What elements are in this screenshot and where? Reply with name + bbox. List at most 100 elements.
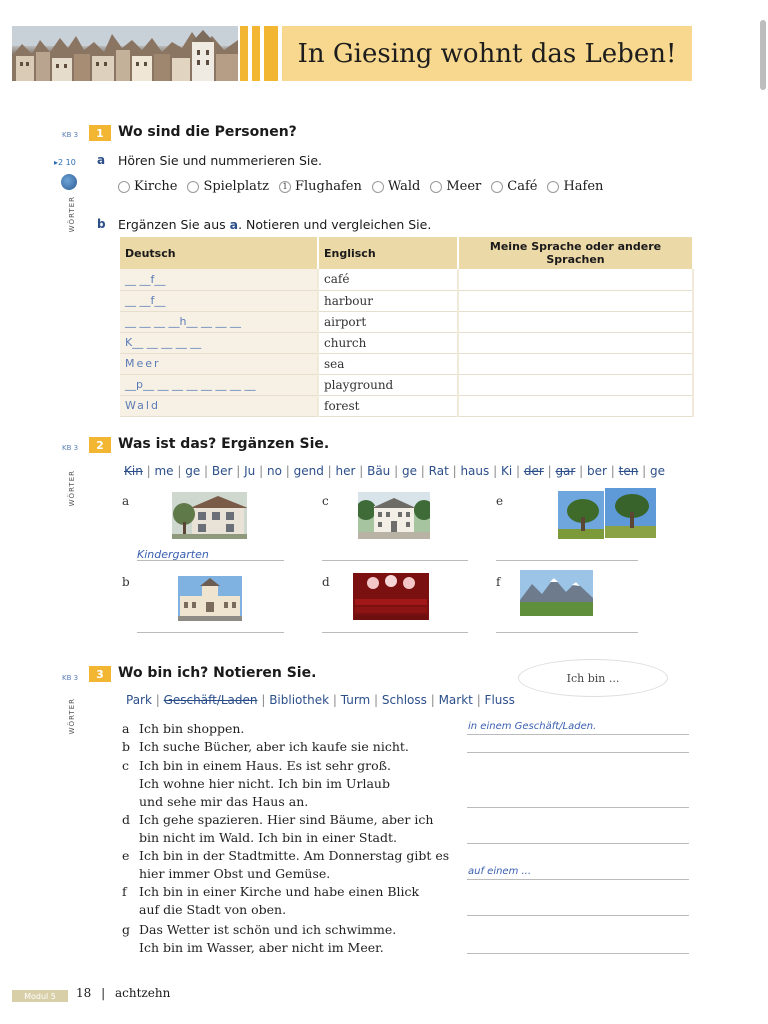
sentence-text: Ich bin shoppen. [139, 721, 245, 736]
option-item[interactable]: Hafen [547, 179, 603, 194]
option-item[interactable]: 1 Flughafen [278, 179, 362, 194]
option-item[interactable]: Wald [371, 179, 420, 194]
german-cell[interactable]: __p__ __ __ __ __ __ __ __ [120, 374, 319, 396]
kindergarten-image [172, 492, 247, 539]
picture-letter: d [322, 575, 330, 589]
own-language-cell[interactable] [458, 290, 694, 312]
answer-line[interactable] [467, 752, 689, 753]
option-item[interactable]: Meer [430, 179, 481, 194]
sentence-item: g Das Wetter ist schön und ich schwimme. I… [122, 921, 396, 957]
word: Turm [340, 693, 371, 707]
german-cell[interactable]: __ __f__ [120, 269, 319, 291]
german-cell[interactable]: Meer [120, 353, 319, 375]
answer-line[interactable] [467, 843, 689, 844]
word: Fluss [484, 693, 515, 707]
syllable: der [523, 464, 544, 478]
speech-bubble: Ich bin ... [518, 659, 668, 697]
tree-image [604, 487, 657, 539]
sentence-text: Ich bin im Wasser, aber nicht im Meer. [139, 940, 384, 955]
separator: | [151, 693, 164, 707]
item-letter: f [122, 884, 127, 899]
town-hall-image [178, 576, 242, 621]
answer-line[interactable] [467, 807, 689, 808]
german-cell[interactable]: __ __f__ [120, 290, 319, 312]
side-label-woerter: WÖRTER [68, 470, 76, 507]
separator: | [329, 693, 341, 707]
option-label: Spielplatz [203, 179, 269, 194]
globe-icon [61, 174, 77, 190]
answer-line[interactable] [496, 632, 638, 633]
table-row: __ __f__ café [120, 269, 694, 291]
answer-line[interactable] [467, 879, 689, 880]
answer-line[interactable] [467, 915, 689, 916]
castle-image [358, 492, 430, 539]
answer-line[interactable] [137, 632, 284, 633]
page-footer: 18 | achtzehn [76, 986, 170, 1000]
syllable: no [266, 464, 282, 478]
answer-line[interactable] [496, 560, 638, 561]
sentence-text: Das Wetter ist schön und ich schwimme. [139, 922, 397, 937]
own-language-cell[interactable] [458, 311, 694, 333]
number-circle[interactable] [187, 180, 200, 193]
picture-letter: a [122, 494, 130, 508]
separator: | [416, 464, 429, 478]
sentence-item: a Ich bin shoppen. [122, 720, 244, 738]
own-language-cell[interactable] [458, 374, 694, 396]
answer-line[interactable] [322, 560, 468, 561]
sentence-line: g Das Wetter ist schön und ich schwimme. [122, 921, 396, 939]
separator: | [355, 464, 368, 478]
number-circle[interactable] [491, 180, 504, 193]
answer-line[interactable] [467, 734, 689, 735]
word: Park [126, 693, 152, 707]
own-language-cell[interactable] [458, 332, 694, 354]
option-item[interactable]: Kirche [118, 179, 177, 194]
syllable: Ju [244, 464, 256, 478]
sentence-line: Ich wohne hier nicht. Ich bin im Urlaub [122, 775, 391, 793]
number-circle[interactable] [430, 180, 443, 193]
table-row: K__ __ __ __ __ church [120, 332, 694, 354]
item-letter: a [122, 721, 130, 736]
own-language-cell[interactable] [458, 269, 694, 291]
separator: | [606, 464, 619, 478]
syllable: her [335, 464, 356, 478]
german-cell[interactable]: Wald [120, 395, 319, 417]
side-label-woerter: WÖRTER [68, 698, 76, 735]
english-cell: sea [318, 353, 459, 375]
german-cell[interactable]: __ __ __ __h__ __ __ __ [120, 311, 319, 333]
instruction-part: . Notieren und vergleichen Sie. [238, 217, 432, 232]
scrollbar[interactable] [760, 20, 766, 90]
syllable: gend [293, 464, 324, 478]
table-row: __ __ __ __h__ __ __ __ airport [120, 311, 694, 333]
table-row: Meer sea [120, 353, 694, 375]
column-header: Meine Sprache oder andere Sprachen [458, 237, 694, 269]
sentence-line: f Ich bin in einer Kirche und habe einen … [122, 883, 419, 901]
number-circle[interactable] [371, 180, 384, 193]
column-header: Deutsch [120, 237, 319, 269]
sentence-item: c Ich bin in einem Haus. Es ist sehr groß… [122, 757, 391, 811]
own-language-cell[interactable] [458, 353, 694, 375]
sentence-item: d Ich gehe spazieren. Hier sind Bäume, ab… [122, 811, 433, 847]
page-word: achtzehn [114, 986, 171, 1000]
item-letter: e [122, 848, 130, 863]
number-circle[interactable] [547, 180, 560, 193]
instruction-ref: a [229, 217, 239, 232]
option-item[interactable]: Café [491, 179, 537, 194]
answer-line[interactable] [322, 632, 468, 633]
item-letter: c [122, 758, 130, 773]
audio-track[interactable]: ▸2 10 [54, 158, 76, 167]
sentence-item: f Ich bin in einer Kirche und habe einen … [122, 883, 419, 919]
german-cell[interactable]: K__ __ __ __ __ [120, 332, 319, 354]
option-item[interactable]: Spielplatz [187, 179, 269, 194]
syllable: Ki [500, 464, 513, 478]
separator: | [142, 464, 155, 478]
sentence-line: Ich bin im Wasser, aber nicht im Meer. [122, 939, 396, 957]
separator: | [255, 464, 267, 478]
answer-line[interactable] [467, 953, 689, 954]
exercise-number: 1 [89, 125, 111, 141]
number-circle[interactable] [118, 180, 130, 193]
separator: | [232, 464, 245, 478]
number-circle[interactable]: 1 [278, 180, 291, 193]
subtask-instruction: Hören Sie und nummerieren Sie. [118, 153, 323, 168]
own-language-cell[interactable] [458, 395, 694, 417]
syllable: ten [618, 464, 639, 478]
